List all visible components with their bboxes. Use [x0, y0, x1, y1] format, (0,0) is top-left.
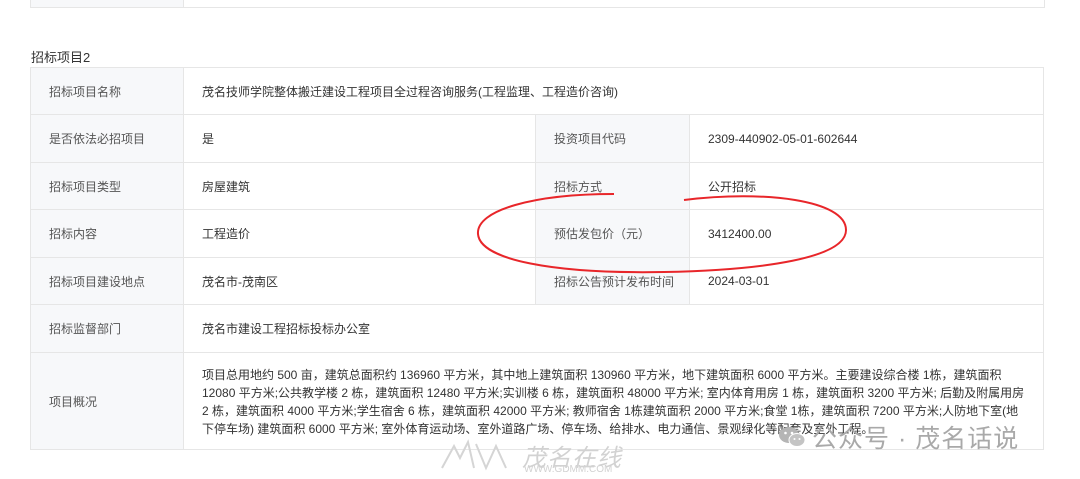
bidding-content-value: 工程造价: [184, 210, 536, 257]
table-row: 招标项目类型 房屋建筑 招标方式 公开招标: [31, 163, 1044, 210]
investment-code-label: 投资项目代码: [536, 115, 690, 162]
location-label: 招标项目建设地点: [31, 258, 184, 304]
table-row: 招标项目建设地点 茂名市-茂南区 招标公告预计发布时间 2024-03-01: [31, 258, 1044, 305]
previous-table-bottom: [30, 0, 1045, 8]
supervisor-label: 招标监督部门: [31, 305, 184, 352]
project-name-value: 茂名技师学院整体搬迁建设工程项目全过程咨询服务(工程监理、工程造价咨询): [184, 68, 1044, 114]
bidding-method-value: 公开招标: [690, 163, 1044, 209]
required-label: 是否依法必招项目: [31, 115, 184, 162]
estimated-price-label: 预估发包价（元）: [536, 210, 690, 257]
site-url: WWW.GDMM.COM: [524, 464, 613, 475]
estimated-price-value: 3412400.00: [690, 210, 1044, 257]
section-title: 招标项目2: [31, 50, 91, 65]
bidding-method-label: 招标方式: [536, 163, 690, 209]
supervisor-value: 茂名市建设工程招标投标办公室: [184, 305, 1044, 352]
table-row: 招标监督部门 茂名市建设工程招标投标办公室: [31, 305, 1044, 353]
bidding-project-table: 招标项目名称 茂名技师学院整体搬迁建设工程项目全过程咨询服务(工程监理、工程造价…: [30, 67, 1044, 450]
bidding-content-label: 招标内容: [31, 210, 184, 257]
overview-value: 项目总用地约 500 亩，建筑总面积约 136960 平方米，其中地上建筑面积 …: [184, 353, 1044, 449]
overview-label: 项目概况: [31, 353, 184, 449]
publish-time-label: 招标公告预计发布时间: [536, 258, 690, 304]
project-type-label: 招标项目类型: [31, 163, 184, 209]
table-row: 是否依法必招项目 是 投资项目代码 2309-440902-05-01-6026…: [31, 115, 1044, 163]
project-type-value: 房屋建筑: [184, 163, 536, 209]
previous-table-label-cell: [31, 0, 184, 7]
table-row: 项目概况 项目总用地约 500 亩，建筑总面积约 136960 平方米，其中地上…: [31, 353, 1044, 450]
table-row: 招标项目名称 茂名技师学院整体搬迁建设工程项目全过程咨询服务(工程监理、工程造价…: [31, 68, 1044, 115]
publish-time-value: 2024-03-01: [690, 258, 1044, 304]
project-name-label: 招标项目名称: [31, 68, 184, 114]
table-row: 招标内容 工程造价 预估发包价（元） 3412400.00: [31, 210, 1044, 258]
location-value: 茂名市-茂南区: [184, 258, 536, 304]
investment-code-value: 2309-440902-05-01-602644: [690, 115, 1044, 162]
required-value: 是: [184, 115, 536, 162]
